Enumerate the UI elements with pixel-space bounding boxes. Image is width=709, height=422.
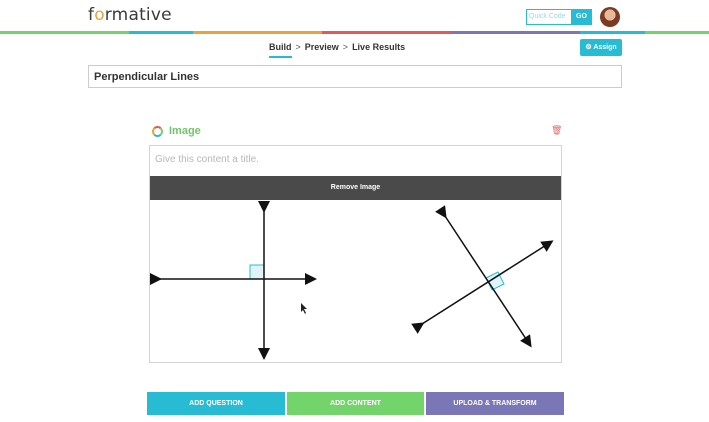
top-bar: formative Quick Code GO	[0, 0, 709, 34]
main-content: Image 🗑 Give this content a title. Remov…	[0, 98, 709, 422]
content-title-input[interactable]: Give this content a title.	[155, 154, 455, 165]
image-type-icon	[152, 125, 163, 137]
step-live-results[interactable]: Live Results	[352, 42, 405, 58]
avatar[interactable]	[600, 7, 620, 27]
card-header: Image	[152, 125, 201, 137]
formative-title-input[interactable]: Perpendicular Lines	[88, 65, 622, 88]
assign-label: Assign	[593, 44, 617, 51]
add-content-button[interactable]: ADD CONTENT	[287, 392, 424, 415]
perpendicular-figure-left	[150, 201, 317, 360]
formative-logo[interactable]: formative	[88, 5, 172, 25]
assign-button[interactable]: ⚙ Assign	[580, 39, 622, 56]
card-type-label: Image	[169, 125, 201, 137]
sub-navigation: Build > Preview > Live Results ⚙ Assign …	[0, 34, 709, 98]
quick-code-input[interactable]: Quick Code	[526, 9, 572, 25]
perpendicular-figure-right	[411, 205, 554, 348]
perpendicular-lines-image	[150, 201, 554, 360]
add-question-button[interactable]: ADD QUESTION	[147, 392, 285, 415]
mouse-cursor	[301, 303, 307, 314]
breadcrumb-separator: >	[342, 42, 349, 52]
remove-image-button[interactable]: Remove Image	[150, 176, 561, 200]
image-card: Give this content a title. Remove Image	[149, 145, 562, 363]
go-button[interactable]: GO	[571, 9, 592, 25]
step-build[interactable]: Build	[269, 42, 292, 58]
gear-icon: ⚙	[585, 44, 592, 51]
breadcrumb-separator: >	[295, 42, 301, 52]
upload-transform-button[interactable]: UPLOAD & TRANSFORM	[426, 392, 564, 415]
step-preview[interactable]: Preview	[305, 42, 339, 58]
breadcrumb: Build > Preview > Live Results	[269, 42, 405, 58]
trash-icon[interactable]: 🗑	[551, 125, 562, 136]
